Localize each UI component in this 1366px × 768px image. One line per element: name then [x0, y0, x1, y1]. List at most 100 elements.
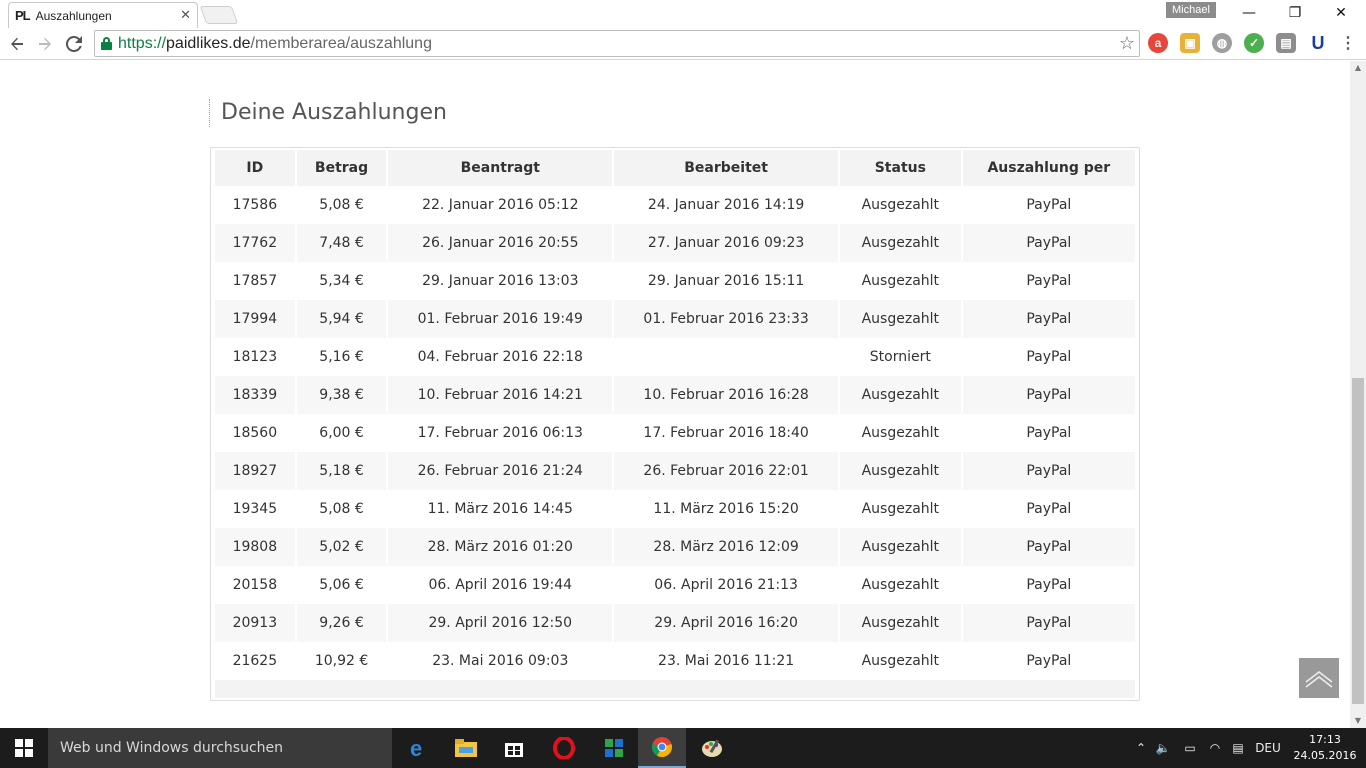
- cell-processed: 29. April 2016 16:20: [614, 604, 839, 642]
- column-header-status[interactable]: Status: [840, 150, 961, 186]
- volume-icon[interactable]: 🔈: [1154, 728, 1172, 768]
- battery-icon[interactable]: ▭: [1180, 728, 1200, 768]
- browser-toolbar: https://paidlikes.de/memberarea/auszahlu…: [0, 28, 1366, 60]
- windows-start-icon[interactable]: [0, 728, 48, 768]
- scroll-up-icon[interactable]: ▲: [1350, 61, 1366, 75]
- forward-arrow-icon[interactable]: [32, 31, 58, 57]
- cell-amount: 5,18 €: [296, 452, 387, 490]
- cell-status: Ausgezahlt: [861, 197, 940, 213]
- taskbar-search-input[interactable]: Web und Windows durchsuchen: [48, 728, 392, 768]
- minimize-icon[interactable]: —: [1226, 0, 1272, 26]
- cell-processed: 06. April 2016 21:13: [654, 577, 798, 593]
- browser-tab[interactable]: PL Auszahlungen ✕: [8, 2, 198, 28]
- cell-status: Ausgezahlt: [840, 452, 961, 490]
- cell-amount: 5,08 €: [319, 197, 364, 213]
- cell-amount: 9,38 €: [296, 376, 387, 414]
- notifications-icon[interactable]: ▤: [1228, 728, 1248, 768]
- column-header-method[interactable]: Auszahlung per: [962, 150, 1135, 186]
- extension-a-icon[interactable]: a: [1148, 33, 1168, 53]
- page-content: Deine Auszahlungen ID Betrag Beantragt B…: [0, 61, 1350, 728]
- table-row: 20913 9,26 €29. April 2016 12:50 29. April…: [215, 604, 1135, 642]
- reload-icon[interactable]: [61, 31, 87, 57]
- profile-button[interactable]: Michael: [1166, 2, 1216, 18]
- page-title: Deine Auszahlungen: [209, 99, 447, 127]
- edge-icon[interactable]: e: [394, 728, 442, 768]
- extension-check-icon[interactable]: ✓: [1244, 33, 1264, 53]
- column-header-amount[interactable]: Betrag: [296, 150, 387, 186]
- address-bar[interactable]: https://paidlikes.de/memberarea/auszahlu…: [94, 30, 1140, 57]
- cell-status: Ausgezahlt: [861, 425, 940, 441]
- column-header-requested[interactable]: Beantragt: [388, 150, 613, 186]
- cell-processed: 26. Februar 2016 22:01: [614, 452, 839, 490]
- clock-date: 24.05.2016: [1293, 749, 1357, 762]
- column-header-processed[interactable]: Bearbeitet: [614, 150, 839, 186]
- opera-icon[interactable]: [540, 728, 588, 768]
- cell-requested: 17. Februar 2016 06:13: [417, 425, 583, 441]
- back-arrow-icon[interactable]: [4, 31, 30, 57]
- cell-method: PayPal: [962, 224, 1135, 262]
- app-cross-icon[interactable]: [590, 728, 638, 768]
- new-tab-button[interactable]: [199, 6, 239, 24]
- cell-id: 20158: [232, 577, 278, 593]
- cell-amount: 5,34 €: [319, 273, 364, 289]
- cell-requested: 29. April 2016 12:50: [388, 604, 613, 642]
- star-icon[interactable]: ☆: [1119, 33, 1135, 54]
- page-scrollbar[interactable]: ▲ ▼: [1350, 61, 1366, 728]
- cell-amount: 10,92 €: [314, 653, 369, 669]
- tab-close-icon[interactable]: ✕: [180, 8, 191, 23]
- cell-id: 18339: [215, 376, 295, 414]
- extension-display-icon[interactable]: ▤: [1276, 33, 1296, 53]
- table-row: 17586 5,08 € 22. Januar 2016 05:12 24. Janu…: [215, 186, 1135, 224]
- cell-method: PayPal: [962, 300, 1135, 338]
- close-window-icon[interactable]: ✕: [1318, 0, 1364, 26]
- cell-status: Ausgezahlt: [840, 376, 961, 414]
- column-header-id[interactable]: ID: [215, 150, 295, 186]
- table-row: 19345 5,08 € 11. März 2016 14:45 11. März 2…: [215, 490, 1135, 528]
- cell-processed: 29. Januar 2016 15:11: [647, 273, 805, 289]
- scrollbar-thumb[interactable]: [1352, 378, 1364, 704]
- table-row: 20158 5,06 € 06. April 2016 19:44 06. April…: [215, 566, 1135, 604]
- wifi-icon[interactable]: ◠: [1206, 728, 1224, 768]
- cell-method: PayPal: [962, 376, 1135, 414]
- cell-processed: 17. Februar 2016 18:40: [643, 425, 809, 441]
- scroll-down-icon[interactable]: ▼: [1350, 714, 1366, 728]
- table-row: 17762 7,48 €26. Januar 2016 20:55 27. Janu…: [215, 224, 1135, 262]
- menu-icon[interactable]: ⋮: [1338, 33, 1358, 53]
- chrome-icon[interactable]: [638, 728, 686, 768]
- cell-processed: 27. Januar 2016 09:23: [614, 224, 839, 262]
- cell-status: Ausgezahlt: [861, 653, 940, 669]
- show-hidden-icons-icon[interactable]: ⌃: [1132, 728, 1150, 768]
- cell-amount: 6,00 €: [319, 425, 364, 441]
- input-language[interactable]: DEU: [1254, 728, 1282, 768]
- table-header-row: ID Betrag Beantragt Bearbeitet Status Au…: [215, 150, 1135, 186]
- cell-amount: 5,94 €: [296, 300, 387, 338]
- windows-taskbar: Web und Windows durchsuchen e ⌃ 🔈 ▭ ◠ ▤ …: [0, 728, 1366, 768]
- cell-id: 19808: [215, 528, 295, 566]
- table-row: 19808 5,02 €28. März 2016 01:20 28. März 2…: [215, 528, 1135, 566]
- scroll-to-top-button[interactable]: [1299, 658, 1339, 698]
- cell-amount: 7,48 €: [296, 224, 387, 262]
- extension-u-icon[interactable]: U: [1308, 33, 1328, 53]
- table-footer: [215, 680, 1135, 698]
- system-clock[interactable]: 17:13 24.05.2016: [1288, 732, 1362, 764]
- tab-title: Auszahlungen: [35, 8, 112, 23]
- site-favicon-icon: PL: [15, 8, 31, 23]
- cell-method: PayPal: [1026, 425, 1072, 441]
- cell-requested: 22. Januar 2016 05:12: [422, 197, 579, 213]
- cell-method: PayPal: [1026, 273, 1072, 289]
- restore-icon[interactable]: ❐: [1272, 0, 1318, 26]
- extension-puzzle-icon[interactable]: ▣: [1180, 33, 1200, 53]
- table-row: 18927 5,18 €26. Februar 2016 21:24 26. Feb…: [215, 452, 1135, 490]
- cell-processed: 24. Januar 2016 14:19: [647, 197, 805, 213]
- cell-id: 18560: [232, 425, 278, 441]
- cell-amount: 9,26 €: [296, 604, 387, 642]
- file-explorer-icon[interactable]: [442, 728, 490, 768]
- cell-method: PayPal: [1026, 577, 1072, 593]
- cell-id: 21625: [232, 653, 278, 669]
- globe-icon[interactable]: ◍: [1212, 33, 1232, 53]
- cell-status: Storniert: [869, 349, 931, 365]
- table-row: 18560 6,00 € 17. Februar 2016 06:13 17. Feb…: [215, 414, 1135, 452]
- store-icon[interactable]: [490, 728, 538, 768]
- paint-icon[interactable]: [688, 728, 736, 768]
- cell-status: Ausgezahlt: [840, 528, 961, 566]
